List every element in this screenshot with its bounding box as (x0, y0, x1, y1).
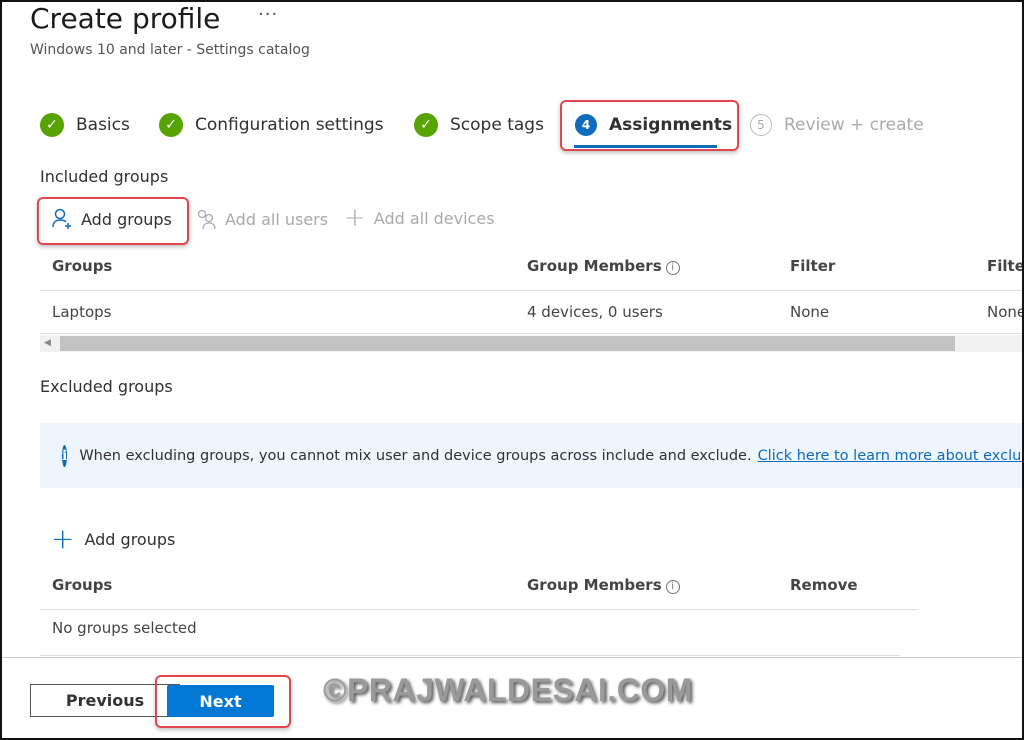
excluded-groups-heading: Excluded groups (40, 377, 173, 396)
add-excluded-groups-button[interactable]: + Add groups (51, 522, 176, 555)
highlight-box (155, 675, 291, 728)
divider (40, 333, 1024, 334)
banner-text: When excluding groups, you cannot mix us… (79, 447, 752, 464)
column-header-group-members: Group Members i (527, 576, 680, 594)
check-icon: ✓ (159, 113, 183, 137)
add-all-devices-label: Add all devices (373, 208, 495, 228)
plus-icon: + (51, 522, 75, 555)
info-icon: i (62, 444, 68, 467)
scroll-left-arrow-icon[interactable]: ◀ (44, 338, 51, 348)
add-all-users-button[interactable]: Add all users (195, 208, 328, 230)
column-label: Group Members (527, 576, 662, 594)
divider (40, 655, 900, 656)
highlight-box (560, 100, 739, 151)
step-number-badge: 5 (750, 114, 772, 136)
info-icon[interactable]: i (665, 580, 680, 594)
plus-icon: + (344, 203, 366, 233)
column-header-remove: Remove (790, 576, 858, 594)
column-header-filter-mode: Filter (987, 257, 1024, 275)
footer-divider (0, 657, 1024, 658)
watermark: ©PRAJWALDESAI.COM (323, 672, 693, 708)
column-header-groups: Groups (52, 576, 113, 594)
divider (40, 290, 1024, 291)
add-groups-label: Add groups (84, 529, 176, 549)
step-label: Scope tags (450, 115, 544, 135)
cell-filter[interactable]: None (790, 303, 829, 321)
highlight-box (37, 197, 189, 245)
cell-filter-mode: None (987, 303, 1024, 321)
add-all-devices-button[interactable]: + Add all devices (344, 203, 495, 233)
column-header-filter: Filter (790, 257, 836, 275)
cell-group-name[interactable]: Laptops (52, 303, 111, 321)
more-options-button[interactable]: ··· (258, 4, 278, 25)
step-basics[interactable]: ✓ Basics (40, 112, 130, 138)
empty-state-text: No groups selected (52, 619, 197, 637)
cell-group-members: 4 devices, 0 users (527, 303, 663, 321)
column-header-group-members: Group Members i (527, 257, 680, 275)
step-label: Basics (76, 115, 130, 135)
step-configuration-settings[interactable]: ✓ Configuration settings (159, 112, 384, 138)
learn-more-link[interactable]: Click here to learn more about excluding (758, 448, 1024, 464)
info-banner: i When excluding groups, you cannot mix … (40, 423, 1024, 488)
divider (40, 609, 918, 610)
page-title: Create profile (30, 2, 221, 35)
people-icon (197, 209, 216, 230)
included-groups-heading: Included groups (40, 167, 169, 186)
scrollbar-thumb[interactable] (60, 336, 955, 351)
check-icon: ✓ (40, 113, 64, 137)
column-header-groups: Groups (52, 257, 113, 275)
info-icon[interactable]: i (665, 261, 680, 275)
horizontal-scrollbar[interactable]: ◀ (40, 335, 1024, 352)
column-label: Group Members (527, 257, 662, 275)
step-scope-tags[interactable]: ✓ Scope tags (414, 112, 544, 138)
add-all-users-label: Add all users (225, 209, 329, 229)
step-label: Configuration settings (195, 115, 384, 135)
page-subtitle: Windows 10 and later - Settings catalog (30, 42, 310, 58)
step-label: Review + create (784, 115, 924, 135)
check-icon: ✓ (414, 113, 438, 137)
step-review-create[interactable]: 5 Review + create (750, 112, 924, 138)
